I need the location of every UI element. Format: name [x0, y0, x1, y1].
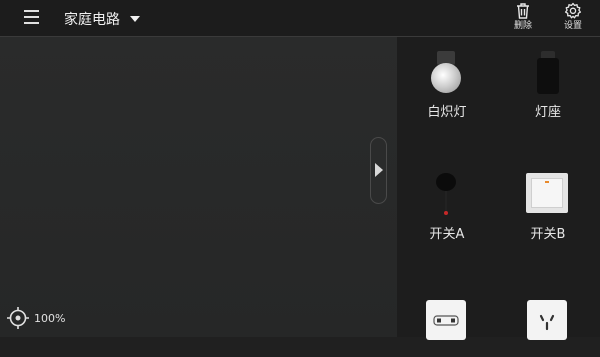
palette-item-two-pin-outlet[interactable] [397, 297, 497, 357]
palette-item-bulb[interactable]: 白炽灯 [397, 37, 497, 120]
light-bulb-icon [397, 37, 497, 97]
three-pin-outlet-icon [498, 297, 598, 357]
menu-button[interactable] [24, 9, 40, 25]
two-pin-outlet-icon [397, 297, 497, 357]
palette-item-label: 开关A [429, 227, 465, 242]
palette-item-lamp-socket[interactable]: 灯座 [498, 37, 598, 120]
circuit-canvas[interactable]: 100% [0, 37, 397, 337]
rocker-switch-icon [498, 159, 598, 219]
palette-item-label: 灯座 [534, 105, 561, 120]
trash-icon [517, 3, 529, 19]
pull-switch-icon [397, 159, 497, 219]
palette-item-switch-b[interactable]: 开关B [498, 159, 598, 242]
delete-button[interactable]: 删除 [508, 2, 538, 34]
lamp-socket-icon [498, 37, 598, 97]
page-title: 家庭电路 [64, 12, 120, 28]
menu-line [24, 10, 39, 12]
palette-item-three-pin-outlet[interactable] [498, 297, 598, 357]
menu-line [24, 22, 39, 24]
chevron-right-icon [375, 163, 383, 177]
palette-item-switch-a[interactable]: 开关A [397, 159, 497, 242]
panel-toggle-handle[interactable] [370, 137, 387, 204]
settings-button[interactable]: 设置 [558, 2, 588, 34]
menu-line [24, 16, 39, 18]
delete-label: 删除 [513, 21, 532, 31]
circuit-dropdown[interactable]: 家庭电路 [64, 9, 140, 29]
zoom-level: 100% [34, 312, 66, 325]
palette-item-label: 白炽灯 [427, 105, 467, 120]
gear-icon [564, 2, 582, 19]
crosshair-icon [7, 307, 29, 329]
settings-label: 设置 [563, 21, 582, 31]
palette-item-label: 开关B [530, 227, 566, 242]
component-palette: 白炽灯 灯座 开关A 开关B [397, 37, 600, 340]
top-bar: 家庭电路 删除 设置 [0, 0, 600, 37]
locate-button[interactable] [6, 306, 30, 330]
caret-down-icon [130, 16, 140, 22]
